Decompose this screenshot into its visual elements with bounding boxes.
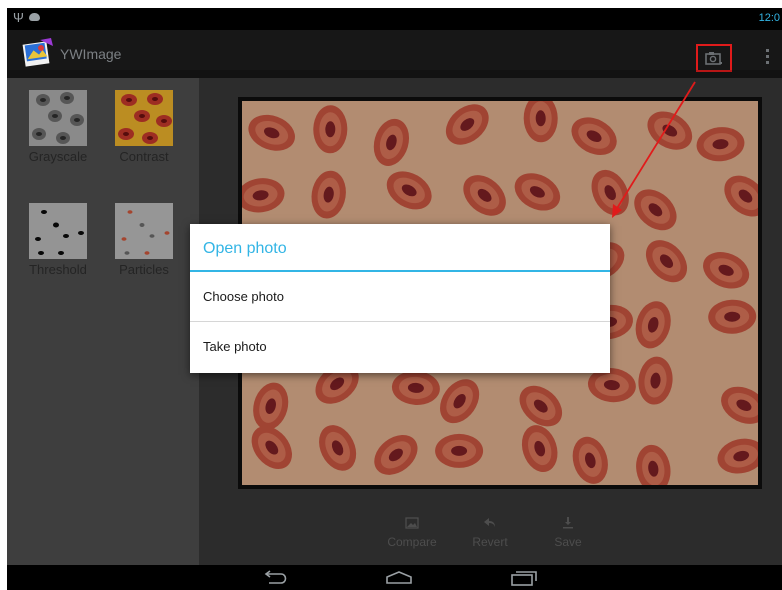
revert-label: Revert bbox=[472, 535, 508, 549]
filter-label: Grayscale bbox=[28, 149, 88, 164]
save-label: Save bbox=[554, 535, 582, 549]
particles-thumbnail bbox=[115, 203, 173, 259]
revert-icon bbox=[484, 518, 495, 527]
grayscale-thumbnail bbox=[29, 90, 87, 146]
back-icon[interactable] bbox=[261, 569, 301, 587]
filter-panel: Grayscale Contrast Threshold Particles bbox=[7, 78, 199, 565]
camera-button[interactable] bbox=[696, 44, 732, 72]
recent-apps-icon[interactable] bbox=[503, 569, 543, 587]
save-button[interactable]: Save bbox=[538, 513, 598, 549]
save-icon bbox=[563, 517, 573, 529]
compare-icon bbox=[405, 517, 419, 529]
compare-label: Compare bbox=[387, 535, 437, 549]
android-notification-icon bbox=[29, 13, 40, 21]
bottom-action-bar: Compare Revert Save bbox=[382, 513, 622, 563]
filter-particles[interactable]: Particles bbox=[108, 203, 180, 277]
filter-label: Particles bbox=[119, 262, 169, 277]
filter-grayscale[interactable]: Grayscale bbox=[22, 90, 94, 164]
filter-contrast[interactable]: Contrast bbox=[108, 90, 180, 164]
compare-button[interactable]: Compare bbox=[382, 513, 442, 549]
filter-label: Threshold bbox=[29, 262, 87, 277]
choose-photo-option[interactable]: Choose photo bbox=[190, 272, 610, 322]
revert-button[interactable]: Revert bbox=[460, 513, 520, 549]
status-bar: Ψ 12:0 bbox=[7, 8, 782, 30]
action-bar: YWImage bbox=[7, 30, 782, 78]
overflow-menu-icon[interactable] bbox=[758, 46, 776, 72]
contrast-thumbnail bbox=[115, 90, 173, 146]
take-photo-option[interactable]: Take photo bbox=[190, 322, 610, 372]
usb-icon: Ψ bbox=[13, 10, 24, 25]
home-icon[interactable] bbox=[379, 569, 419, 587]
app-logo-icon[interactable] bbox=[20, 36, 54, 70]
threshold-thumbnail bbox=[29, 203, 87, 259]
camera-icon bbox=[705, 52, 722, 65]
app-title: YWImage bbox=[60, 46, 122, 62]
status-time: 12:0 bbox=[758, 12, 780, 24]
filter-threshold[interactable]: Threshold bbox=[22, 203, 94, 277]
open-photo-dialog: Open photo Choose photo Take photo bbox=[190, 224, 610, 373]
filter-label: Contrast bbox=[119, 149, 169, 164]
dialog-title: Open photo bbox=[190, 224, 610, 272]
navigation-bar bbox=[7, 565, 782, 590]
